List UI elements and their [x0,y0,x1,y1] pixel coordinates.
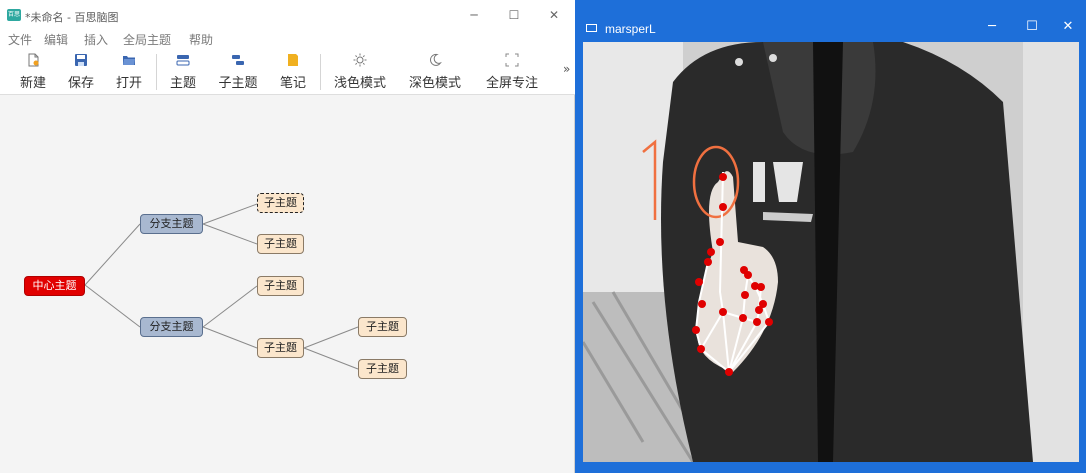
note-button[interactable]: 笔记 [276,51,310,91]
save-icon [75,54,87,66]
menu-global-theme[interactable]: 全局主题 [123,31,171,48]
menu-insert[interactable]: 插入 [84,31,108,48]
fullscreen-icon [505,53,519,67]
toolbar-divider [156,54,157,90]
open-label: 打开 [115,76,142,91]
maximize-button[interactable]: ☐ [500,6,528,24]
subtopic-node[interactable]: 子主题 [358,359,407,379]
note-label: 笔记 [279,76,306,91]
branch-topic-node[interactable]: 分支主题 [140,317,203,337]
window-title: *未命名 - 百思脑图 [25,11,119,24]
menu-bar: 文件 编辑 插入 全局主题 帮助 [0,30,575,48]
subtopic-node[interactable]: 子主题 [257,234,304,254]
dark-mode-label: 深色模式 [408,76,461,91]
app-logo-icon: 百思 [7,9,21,21]
subtopic-node-selected[interactable]: 子主题 [257,193,304,213]
toolbar-divider [320,54,321,90]
close-button[interactable]: ✕ [1054,18,1082,36]
subtopic-node[interactable]: 子主题 [358,317,407,337]
close-button[interactable]: ✕ [540,6,568,24]
camera-feed: 1 [583,42,1079,462]
light-mode-label: 浅色模式 [333,76,386,91]
subtopic-label: 子主题 [218,76,258,91]
camera-window-bottom-border [575,462,1086,473]
mindmap-titlebar: 百思 *未命名 - 百思脑图 ─ ☐ ✕ [0,0,575,30]
light-mode-button[interactable]: 浅色模式 [330,51,390,91]
camera-titlebar: marsperL ─ ☐ ✕ [575,0,1086,42]
minimize-button[interactable]: ─ [978,18,1006,36]
camera-frame-image [583,42,1079,462]
menu-help[interactable]: 帮助 [189,31,213,48]
maximize-button[interactable]: ☐ [1018,18,1046,36]
minimize-button[interactable]: ─ [460,6,488,24]
fullscreen-button[interactable]: 全屏专注 [482,51,542,91]
mindmap-canvas[interactable]: 中心主题 分支主题 分支主题 子主题 子主题 子主题 子主题 子主题 子主题 [0,95,574,473]
menu-edit[interactable]: 编辑 [44,31,68,48]
new-button[interactable]: 新建 [16,51,50,91]
fullscreen-label: 全屏专注 [485,76,538,91]
topic-label: 主题 [169,76,196,91]
subtopic-button[interactable]: 子主题 [214,51,262,91]
note-icon [288,54,298,66]
save-label: 保存 [67,76,94,91]
central-topic-node[interactable]: 中心主题 [24,276,85,296]
moon-icon [429,53,442,66]
toolbar-overflow-icon[interactable]: » [563,62,570,76]
subtopic-node[interactable]: 子主题 [257,276,304,296]
toolbar: 新建 保存 打开 主题 子主题 笔记 浅色模式 深色模式 全屏专注 » [0,48,575,95]
save-button[interactable]: 保存 [64,51,98,91]
topic-button[interactable]: 主题 [166,51,200,91]
subtopic-icon [232,55,244,65]
topic-icon [176,55,190,66]
camera-window-title: marsperL [605,22,656,36]
new-label: 新建 [19,76,46,91]
open-folder-icon [123,56,135,65]
sun-icon [353,53,367,67]
dark-mode-button[interactable]: 深色模式 [405,51,465,91]
menu-file[interactable]: 文件 [8,31,32,48]
mindmap-window: 百思 *未命名 - 百思脑图 ─ ☐ ✕ 文件 编辑 插入 全局主题 帮助 新建… [0,0,575,473]
new-file-icon [28,53,39,67]
window-app-icon [586,24,597,32]
camera-window: marsperL ─ ☐ ✕ [575,0,1086,473]
branch-topic-node[interactable]: 分支主题 [140,214,203,234]
subtopic-node[interactable]: 子主题 [257,338,304,358]
open-button[interactable]: 打开 [112,51,146,91]
